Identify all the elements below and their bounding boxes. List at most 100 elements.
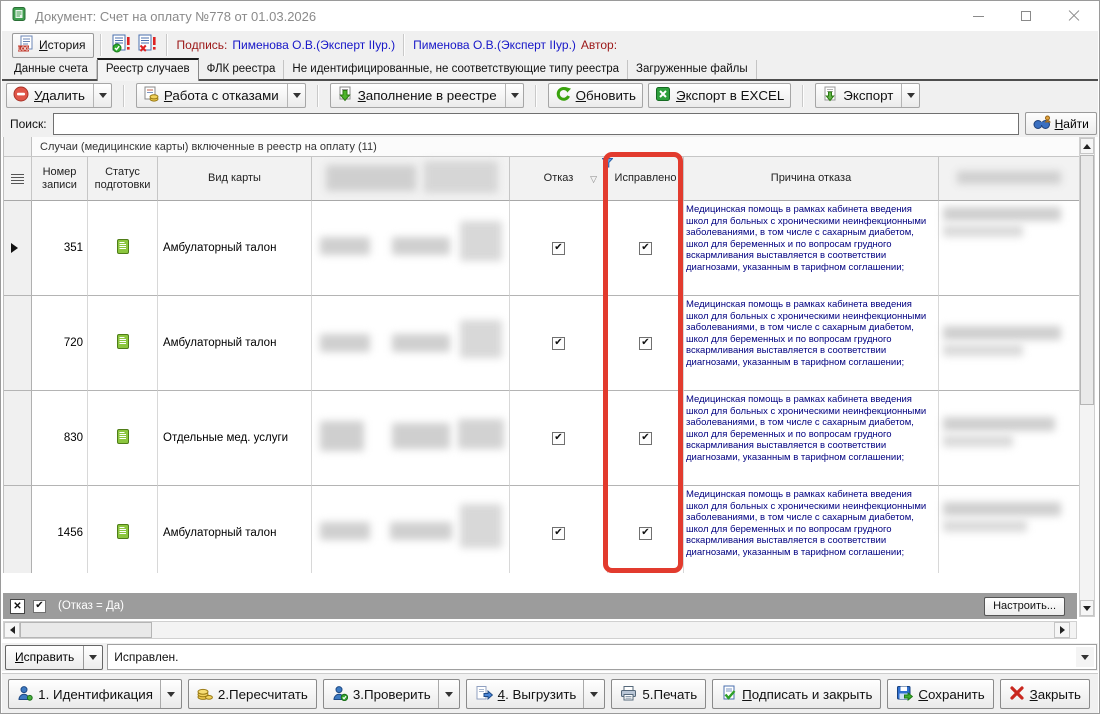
redacted-cell xyxy=(312,486,510,573)
row-selector-cell[interactable] xyxy=(4,296,32,391)
rejected-checkbox[interactable] xyxy=(552,337,565,350)
tab-not-identified[interactable]: Не идентифицированные, не соответствующи… xyxy=(284,60,628,79)
tab-invoice-data[interactable]: Данные счета xyxy=(6,60,97,79)
status-cell xyxy=(88,296,158,391)
grid-rows: 351 Амбулаторный талон Медицинская помощ… xyxy=(4,201,1079,573)
unload-button[interactable]: 4. Выгрузить xyxy=(466,679,606,709)
recalculate-button[interactable]: 2.Пересчитать xyxy=(188,679,317,709)
group-header-text: Случаи (медицинские карты) включенные в … xyxy=(40,141,377,153)
rejected-cell xyxy=(510,296,608,391)
tab-case-registry[interactable]: Реестр случаев xyxy=(97,58,199,81)
correction-dropdown[interactable] xyxy=(1076,647,1094,667)
author-name[interactable]: Пименова О.В.(Эксперт IIур.) xyxy=(413,38,576,52)
column-header-redacted[interactable] xyxy=(312,157,510,201)
signer-name[interactable]: Пименова О.В.(Эксперт IIур.) xyxy=(232,38,395,52)
scroll-down-button[interactable] xyxy=(1080,600,1094,616)
vertical-scrollbar-thumb[interactable] xyxy=(1080,155,1094,405)
table-row[interactable]: 351 Амбулаторный талон Медицинская помощ… xyxy=(4,201,1079,296)
unload-label: 4. Выгрузить xyxy=(498,687,577,702)
scroll-left-button[interactable] xyxy=(4,622,20,638)
unload-dropdown[interactable] xyxy=(583,680,598,708)
correction-text-field[interactable]: Исправлен. xyxy=(107,644,1097,670)
export-excel-button[interactable]: Экспорт в EXCEL xyxy=(648,83,791,108)
table-row[interactable]: 1456 Амбулаторный талон Медицинская помо… xyxy=(4,486,1079,573)
horizontal-scrollbar-thumb[interactable] xyxy=(20,622,152,638)
column-header-reason[interactable]: Причина отказа xyxy=(684,157,939,201)
corrected-checkbox[interactable] xyxy=(639,527,652,540)
identification-button[interactable]: 1. Идентификация xyxy=(8,679,182,709)
record-number-cell: 1456 xyxy=(32,486,88,573)
corrected-checkbox[interactable] xyxy=(639,337,652,350)
column-header-redacted[interactable] xyxy=(939,157,1079,201)
maximize-button[interactable] xyxy=(1002,1,1050,31)
delete-icon xyxy=(13,86,29,105)
unsign-document-button[interactable] xyxy=(134,33,160,58)
rejections-dropdown[interactable] xyxy=(287,84,301,107)
rejected-checkbox[interactable] xyxy=(552,242,565,255)
row-selector-cell[interactable] xyxy=(4,486,32,573)
maximize-icon xyxy=(1021,11,1031,21)
table-row[interactable]: 830 Отдельные мед. услуги Медицинская по… xyxy=(4,391,1079,486)
fill-registry-dropdown[interactable] xyxy=(505,84,519,107)
minimize-icon xyxy=(973,16,984,17)
horizontal-scrollbar[interactable] xyxy=(3,621,1077,639)
active-filter-funnel-icon[interactable] xyxy=(602,158,613,172)
delete-dropdown[interactable] xyxy=(93,84,107,107)
corrected-checkbox[interactable] xyxy=(639,242,652,255)
corrected-checkbox[interactable] xyxy=(639,432,652,445)
column-header-card-type[interactable]: Вид карты xyxy=(158,157,312,201)
table-row[interactable]: 720 Амбулаторный талон Медицинская помощ… xyxy=(4,296,1079,391)
sign-document-button[interactable] xyxy=(108,33,134,58)
vertical-scrollbar[interactable] xyxy=(1079,137,1095,617)
print-button[interactable]: 5.Печать xyxy=(611,679,706,709)
column-header-corrected[interactable]: Исправлено xyxy=(608,157,684,201)
refresh-button[interactable]: Обновить xyxy=(548,83,643,108)
clear-filter-button[interactable]: ✕ xyxy=(10,599,25,614)
history-button[interactable]: LOG История xyxy=(12,33,94,58)
filter-bar: ✕ (Отказ = Да) Настроить... xyxy=(3,593,1077,619)
fix-button[interactable]: Исправить xyxy=(5,645,103,670)
save-button[interactable]: Сохранить xyxy=(887,679,993,709)
scroll-up-button[interactable] xyxy=(1080,138,1094,154)
verify-dropdown[interactable] xyxy=(438,680,453,708)
chevron-down-icon xyxy=(293,93,301,98)
column-header-status[interactable]: Статус подготовки xyxy=(88,157,158,201)
fill-in-registry-button[interactable]: Заполнение в реестре xyxy=(330,83,524,108)
work-with-rejections-button[interactable]: Работа с отказами xyxy=(136,83,306,108)
row-selector-cell[interactable] xyxy=(4,391,32,486)
row-selector-header[interactable] xyxy=(4,157,32,201)
close-button[interactable]: Закрыть xyxy=(1000,679,1090,709)
fill-in-registry-label: Заполнение в реестре xyxy=(358,88,497,103)
search-input[interactable] xyxy=(53,113,1019,135)
chevron-down-icon xyxy=(167,692,175,697)
verify-button[interactable]: 3.Проверить xyxy=(323,679,460,709)
filter-marker-icon[interactable]: ▽ xyxy=(590,173,597,186)
separator xyxy=(100,34,102,56)
identification-dropdown[interactable] xyxy=(160,680,175,708)
column-header-rejected[interactable]: Отказ ▽ xyxy=(510,157,608,201)
export-dropdown[interactable] xyxy=(901,84,915,107)
filter-enabled-checkbox[interactable] xyxy=(33,600,46,613)
redacted-cell xyxy=(939,201,1079,296)
tab-flk-registry[interactable]: ФЛК реестра xyxy=(199,60,285,79)
search-label: Поиск: xyxy=(10,117,47,131)
column-header-number[interactable]: Номер записи xyxy=(32,157,88,201)
fix-dropdown[interactable] xyxy=(83,646,102,669)
configure-filter-button[interactable]: Настроить... xyxy=(984,597,1065,616)
export-button[interactable]: Экспорт xyxy=(815,83,920,108)
sign-and-close-button[interactable]: Подписать и закрыть xyxy=(712,679,881,709)
chevron-down-icon xyxy=(907,93,915,98)
minimize-button[interactable] xyxy=(954,1,1002,31)
close-window-button[interactable] xyxy=(1050,1,1098,31)
signed-document-icon xyxy=(721,685,737,704)
fix-button-label: Исправить xyxy=(6,646,83,669)
scroll-right-button[interactable] xyxy=(1054,622,1070,638)
redacted-cell xyxy=(939,486,1079,573)
rejected-checkbox[interactable] xyxy=(552,432,565,445)
rejected-checkbox[interactable] xyxy=(552,527,565,540)
tab-uploaded-files[interactable]: Загруженные файлы xyxy=(628,60,757,79)
grid-group-header: Случаи (медицинские карты) включенные в … xyxy=(4,137,1079,157)
find-button[interactable]: Найти xyxy=(1025,112,1097,135)
delete-button[interactable]: Удалить xyxy=(6,83,112,108)
row-selector-cell[interactable] xyxy=(4,201,32,296)
